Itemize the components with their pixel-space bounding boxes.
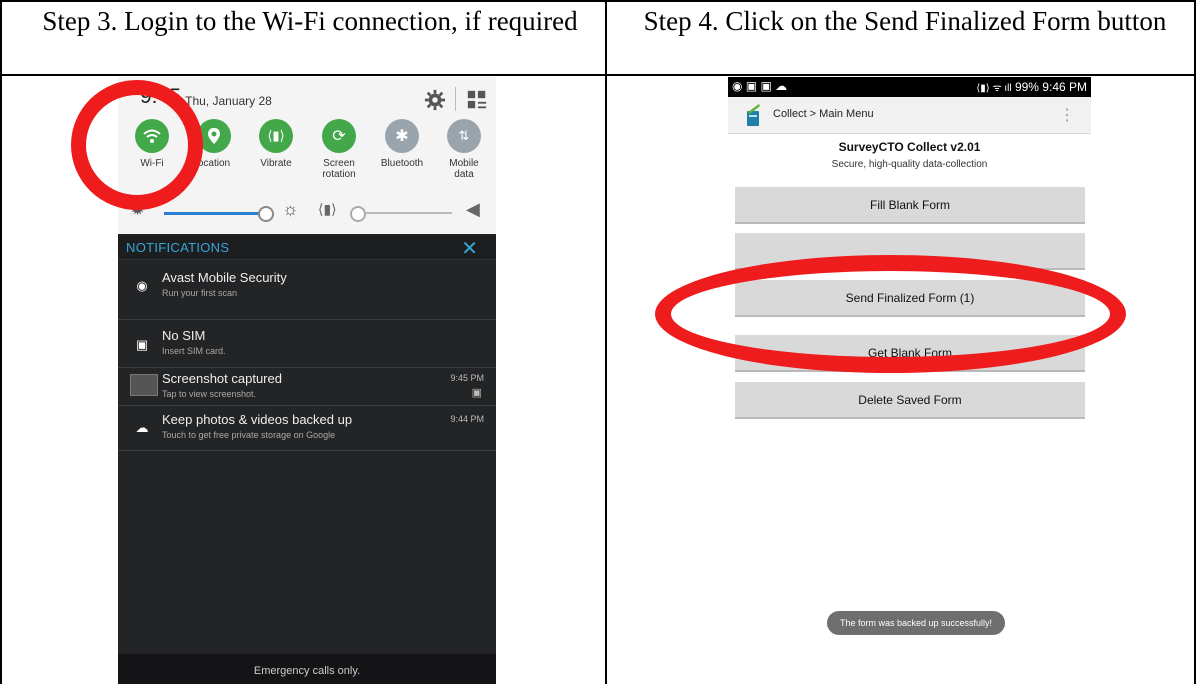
tile-mobile-data[interactable]: ⇅ Mobile data xyxy=(433,119,495,180)
app-title: SurveyCTO Collect v2.01 xyxy=(838,140,981,154)
sound-settings-icon[interactable]: ◀ xyxy=(466,199,480,220)
notification-time: 9:45 PM xyxy=(450,373,484,383)
date-label: Thu, January 28 xyxy=(185,94,272,108)
cloud-upload-icon: ☁ xyxy=(135,420,149,435)
action-bar: Collect > Main Menu ⋮ xyxy=(728,97,1091,134)
volume-slider-thumb[interactable] xyxy=(350,206,366,222)
brightness-settings-icon[interactable]: ☼ xyxy=(282,199,299,220)
wifi-highlight-ring xyxy=(71,80,203,210)
fill-blank-form-button[interactable]: Fill Blank Form xyxy=(735,187,1085,224)
image-icon: ▣ xyxy=(471,387,482,399)
collect-app-screenshot: ◉ ▣ ▣ ☁ ⟨▮⟩ ᯤ ıll 99% 9:46 PM Collect > … xyxy=(728,77,1091,684)
tile-bluetooth[interactable]: ✱ Bluetooth xyxy=(371,119,433,169)
status-right: ⟨▮⟩ ᯤ ıll 99% 9:46 PM xyxy=(976,80,1087,94)
tile-label: Vibrate xyxy=(260,158,292,169)
notification-title: Screenshot captured xyxy=(162,371,282,386)
step3-heading: Step 3. Login to the Wi-Fi connection, i… xyxy=(42,6,578,36)
overflow-menu-icon[interactable]: ⋮ xyxy=(1059,105,1075,125)
backup-success-toast: The form was backed up successfully! xyxy=(827,611,1005,635)
tile-label: Mobile data xyxy=(449,158,479,180)
notification-subtitle: Touch to get free private storage on Goo… xyxy=(162,430,336,440)
volume-slider[interactable] xyxy=(366,212,452,214)
notification-subtitle: Tap to view screenshot. xyxy=(162,389,257,399)
breadcrumb: Collect > Main Menu xyxy=(773,108,874,120)
brightness-slider[interactable] xyxy=(164,212,264,215)
vibrate-icon: ⟨▮⟩ xyxy=(259,119,293,153)
tile-label: Bluetooth xyxy=(380,158,424,169)
notification-avast[interactable]: ◉ Avast Mobile Security Run your first s… xyxy=(118,260,496,320)
mobile-data-icon: ⇅ xyxy=(447,119,481,153)
notification-title: Keep photos & videos backed up xyxy=(162,412,353,427)
notification-subtitle: Run your first scan xyxy=(162,288,238,298)
notifications-title: NOTIFICATIONS xyxy=(126,240,230,255)
brightness-slider-thumb[interactable] xyxy=(258,206,274,222)
notification-no-sim[interactable]: ▣ No SIM Insert SIM card. xyxy=(118,320,496,368)
status-bar: ◉ ▣ ▣ ☁ ⟨▮⟩ ᯤ ıll 99% 9:46 PM xyxy=(728,77,1091,97)
notification-title: No SIM xyxy=(162,328,206,343)
clear-notifications-icon[interactable]: ✕ xyxy=(461,236,478,261)
bluetooth-icon: ✱ xyxy=(385,119,419,153)
no-sim-icon: ▣ xyxy=(135,337,149,352)
notification-time: 9:44 PM xyxy=(450,414,484,424)
table-divider xyxy=(605,0,607,684)
screenshot-thumbnail-icon xyxy=(130,374,158,396)
vibrate-volume-icon: ⟨▮⟩ xyxy=(318,201,337,217)
send-button-highlight-ring xyxy=(655,255,1126,373)
divider xyxy=(455,87,456,111)
screen-rotation-icon: ⟳ xyxy=(322,119,356,153)
table-border-left xyxy=(0,0,2,684)
app-subtitle: Secure, high-quality data-collection xyxy=(831,159,988,170)
battery-time: 99% 9:46 PM xyxy=(1014,80,1087,94)
tile-label: Screen rotation xyxy=(322,158,356,180)
emergency-calls-footer: Emergency calls only. xyxy=(118,654,496,684)
settings-gear-icon[interactable] xyxy=(424,89,446,111)
tile-vibrate[interactable]: ⟨▮⟩ Vibrate xyxy=(245,119,307,169)
notifications-header: NOTIFICATIONS ✕ xyxy=(118,235,496,260)
tile-screen-rotation[interactable]: ⟳ Screen rotation xyxy=(308,119,370,180)
step4-heading: Step 4. Click on the Send Finalized Form… xyxy=(643,6,1167,36)
status-notification-icons: ◉ ▣ ▣ ☁ xyxy=(732,79,788,93)
notification-subtitle: Insert SIM card. xyxy=(162,346,226,356)
slider-row: ✹ ☼ ⟨▮⟩ ◀ xyxy=(118,197,496,227)
notification-screenshot[interactable]: Screenshot captured Tap to view screensh… xyxy=(118,368,496,406)
edit-tiles-icon[interactable] xyxy=(466,89,488,111)
signal-icons: ⟨▮⟩ ᯤ ıll xyxy=(976,83,1012,94)
collect-app-logo-icon xyxy=(747,104,760,126)
delete-saved-form-button[interactable]: Delete Saved Form xyxy=(735,382,1085,419)
header-separator xyxy=(0,74,1196,76)
avast-icon: ◉ xyxy=(136,278,148,293)
notification-backup[interactable]: ☁ Keep photos & videos backed up Touch t… xyxy=(118,406,496,451)
notification-title: Avast Mobile Security xyxy=(162,270,287,285)
